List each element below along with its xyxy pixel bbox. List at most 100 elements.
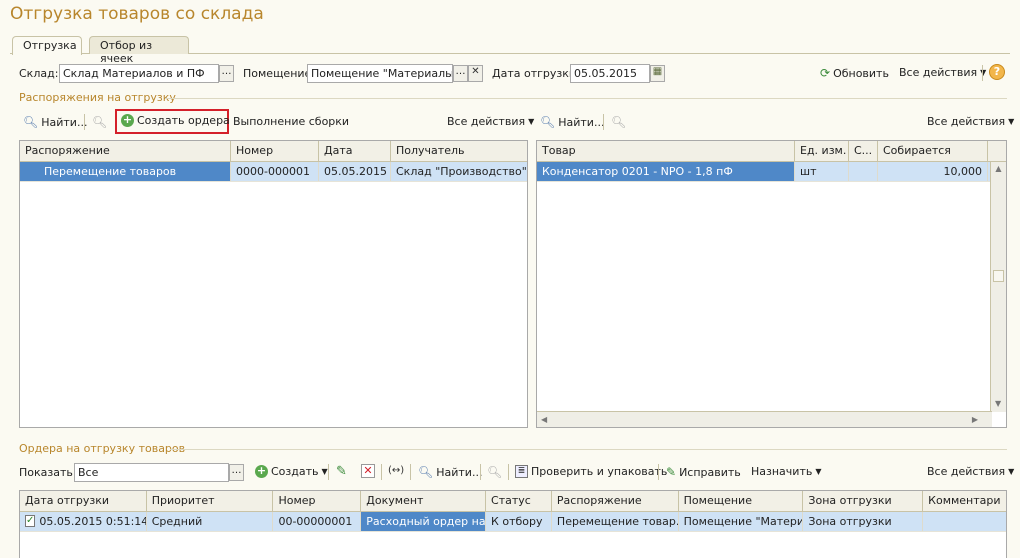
orders-find-button[interactable]: 🔍︎ Найти... xyxy=(23,115,87,129)
refresh-label: Обновить xyxy=(833,66,889,80)
cancel-search-icon: 🔍︎ xyxy=(487,465,503,479)
orders-table[interactable]: Распоряжение Номер Дата Получатель Перем… xyxy=(19,140,528,428)
table-cell: 05.05.2015 xyxy=(319,162,391,181)
table-cell: шт xyxy=(795,162,849,181)
all-actions-top-button[interactable]: Все действия ▼ xyxy=(899,66,986,79)
goods-table-header: Товар Ед. изм. С... Собирается xyxy=(537,141,1006,162)
plus-icon: + xyxy=(255,464,268,478)
toolbar-separator xyxy=(410,464,411,480)
scroll-thumb[interactable] xyxy=(993,270,1004,282)
assign-button[interactable]: Назначить ▼ xyxy=(751,465,822,478)
table-cell: Перемещение товаров xyxy=(20,162,231,181)
table-cell xyxy=(849,162,878,181)
delete-icon[interactable]: ✕ xyxy=(361,464,375,478)
goods-horizontal-scrollbar[interactable]: ◀ ▶ xyxy=(537,411,992,427)
column-header[interactable]: Ед. изм. xyxy=(795,141,849,161)
check-pack-button[interactable]: ≣ Проверить и упаковать xyxy=(515,465,667,478)
orders-table-header: Распоряжение Номер Дата Получатель xyxy=(20,141,527,162)
column-header-extra xyxy=(988,141,1006,161)
scroll-up-icon[interactable]: ▲ xyxy=(991,164,1006,173)
scroll-right-icon[interactable]: ▶ xyxy=(972,415,978,424)
cancel-search-icon: 🔍︎ xyxy=(611,115,627,129)
fix-button[interactable]: ✎ Исправить xyxy=(666,465,741,479)
goods-table[interactable]: Товар Ед. изм. С... Собирается Конденсат… xyxy=(536,140,1007,428)
column-header[interactable]: Распоряжение xyxy=(552,491,679,511)
cancel-search-button[interactable]: 🔍︎ xyxy=(92,115,107,129)
column-header[interactable]: Зона отгрузки xyxy=(803,491,924,511)
table-row[interactable]: ✓ 05.05.2015 0:51:14 Средний 00-00000001… xyxy=(20,512,1006,532)
goods-cancel-search-button[interactable]: 🔍︎ xyxy=(611,115,626,129)
column-header[interactable]: Приоритет xyxy=(147,491,274,511)
edit-pencil-icon[interactable]: ✎ xyxy=(336,464,347,479)
warehouse-input[interactable]: Склад Материалов и ПФ xyxy=(59,64,219,83)
scroll-down-icon[interactable]: ▼ xyxy=(995,399,1001,408)
column-header[interactable]: Дата xyxy=(319,141,391,161)
goods-all-actions-button[interactable]: Все действия ▼ xyxy=(927,115,1014,128)
checklist-icon: ≣ xyxy=(515,465,528,478)
room-clear-icon[interactable]: ✕ xyxy=(468,65,483,82)
fix-pencil-icon: ✎ xyxy=(666,465,677,479)
magnifier-icon: 🔍︎ xyxy=(418,465,434,479)
table-cell: ✓ 05.05.2015 0:51:14 xyxy=(20,512,147,531)
scroll-left-icon[interactable]: ◀ xyxy=(541,415,547,424)
shipments-table[interactable]: Дата отгрузки Приоритет Номер Документ С… xyxy=(19,490,1007,558)
orders-section-title: Распоряжения на отгрузку xyxy=(19,91,176,104)
tab-shipment[interactable]: Отгрузка xyxy=(12,36,82,55)
swap-icon[interactable]: (↔) xyxy=(388,465,404,476)
table-cell: К отбору xyxy=(486,512,552,531)
assign-label: Назначить xyxy=(751,465,813,478)
shipments-find-label: Найти... xyxy=(436,465,483,479)
shipments-all-actions-label: Все действия xyxy=(927,465,1006,478)
chevron-down-icon: ▼ xyxy=(1008,467,1015,476)
table-cell: Конденсатор 0201 - NPO - 1,8 пФ xyxy=(537,162,795,181)
shipments-section-line xyxy=(170,449,1007,450)
calendar-icon[interactable]: ▦ xyxy=(650,65,665,82)
column-header[interactable]: Документ xyxy=(361,491,487,511)
refresh-button[interactable]: ⟳ Обновить xyxy=(820,66,889,80)
table-cell: 0000-000001 xyxy=(231,162,319,181)
column-header[interactable]: Дата отгрузки xyxy=(20,491,147,511)
column-header[interactable]: Получатель xyxy=(391,141,527,161)
show-filter-select-button[interactable]: … xyxy=(229,464,244,481)
toolbar-separator xyxy=(480,464,481,480)
magnifier-icon: 🔍︎ xyxy=(23,115,39,129)
shipments-cancel-search-button[interactable]: 🔍︎ xyxy=(487,465,502,479)
table-cell: Расходный ордер на ... xyxy=(361,512,487,531)
room-label: Помещение: xyxy=(243,67,316,80)
goods-vertical-scrollbar[interactable]: ▲ ▼ xyxy=(990,162,1006,412)
table-row[interactable]: Перемещение товаров 0000-000001 05.05.20… xyxy=(20,162,527,182)
column-header[interactable]: Помещение xyxy=(679,491,804,511)
create-orders-button[interactable]: + Создать ордера xyxy=(121,114,230,127)
orders-all-actions-button[interactable]: Все действия ▼ xyxy=(447,115,534,128)
room-input[interactable]: Помещение "Материалы" xyxy=(307,64,453,83)
chevron-down-icon: ▼ xyxy=(1008,117,1015,126)
column-header[interactable]: Номер xyxy=(231,141,319,161)
assembly-button[interactable]: Выполнение сборки xyxy=(233,115,349,128)
show-label: Показать: xyxy=(19,466,77,479)
magnifier-icon: 🔍︎ xyxy=(540,115,556,129)
plus-icon: + xyxy=(121,113,134,127)
shipments-all-actions-button[interactable]: Все действия ▼ xyxy=(927,465,1014,478)
column-header[interactable]: Комментари xyxy=(923,491,1006,511)
help-icon[interactable]: ? xyxy=(989,64,1005,80)
create-shipment-button[interactable]: + Создать ▼ xyxy=(255,465,328,478)
tab-cell-picking[interactable]: Отбор из ячеек xyxy=(89,36,189,65)
date-label: Дата отгрузки: xyxy=(492,67,580,80)
table-row[interactable]: Конденсатор 0201 - NPO - 1,8 пФ шт 10,00… xyxy=(537,162,1006,182)
warehouse-select-button[interactable]: … xyxy=(219,65,234,82)
table-cell: Склад "Производство" xyxy=(396,165,527,178)
column-header[interactable]: Распоряжение xyxy=(20,141,231,161)
table-cell: 10,000 xyxy=(878,162,988,181)
goods-find-button[interactable]: 🔍︎ Найти... xyxy=(540,115,604,129)
column-header[interactable]: Собирается xyxy=(878,141,988,161)
date-input[interactable]: 05.05.2015 xyxy=(570,64,650,83)
column-header[interactable]: Номер xyxy=(273,491,362,511)
show-filter-input[interactable]: Все xyxy=(74,463,229,482)
column-header[interactable]: Статус xyxy=(486,491,552,511)
create-label: Создать xyxy=(271,465,319,478)
column-header[interactable]: Товар xyxy=(537,141,795,161)
shipments-find-button[interactable]: 🔍︎ Найти... xyxy=(418,465,482,479)
column-header[interactable]: С... xyxy=(849,141,878,161)
room-select-button[interactable]: … xyxy=(453,65,468,82)
toolbar-separator xyxy=(508,464,509,480)
